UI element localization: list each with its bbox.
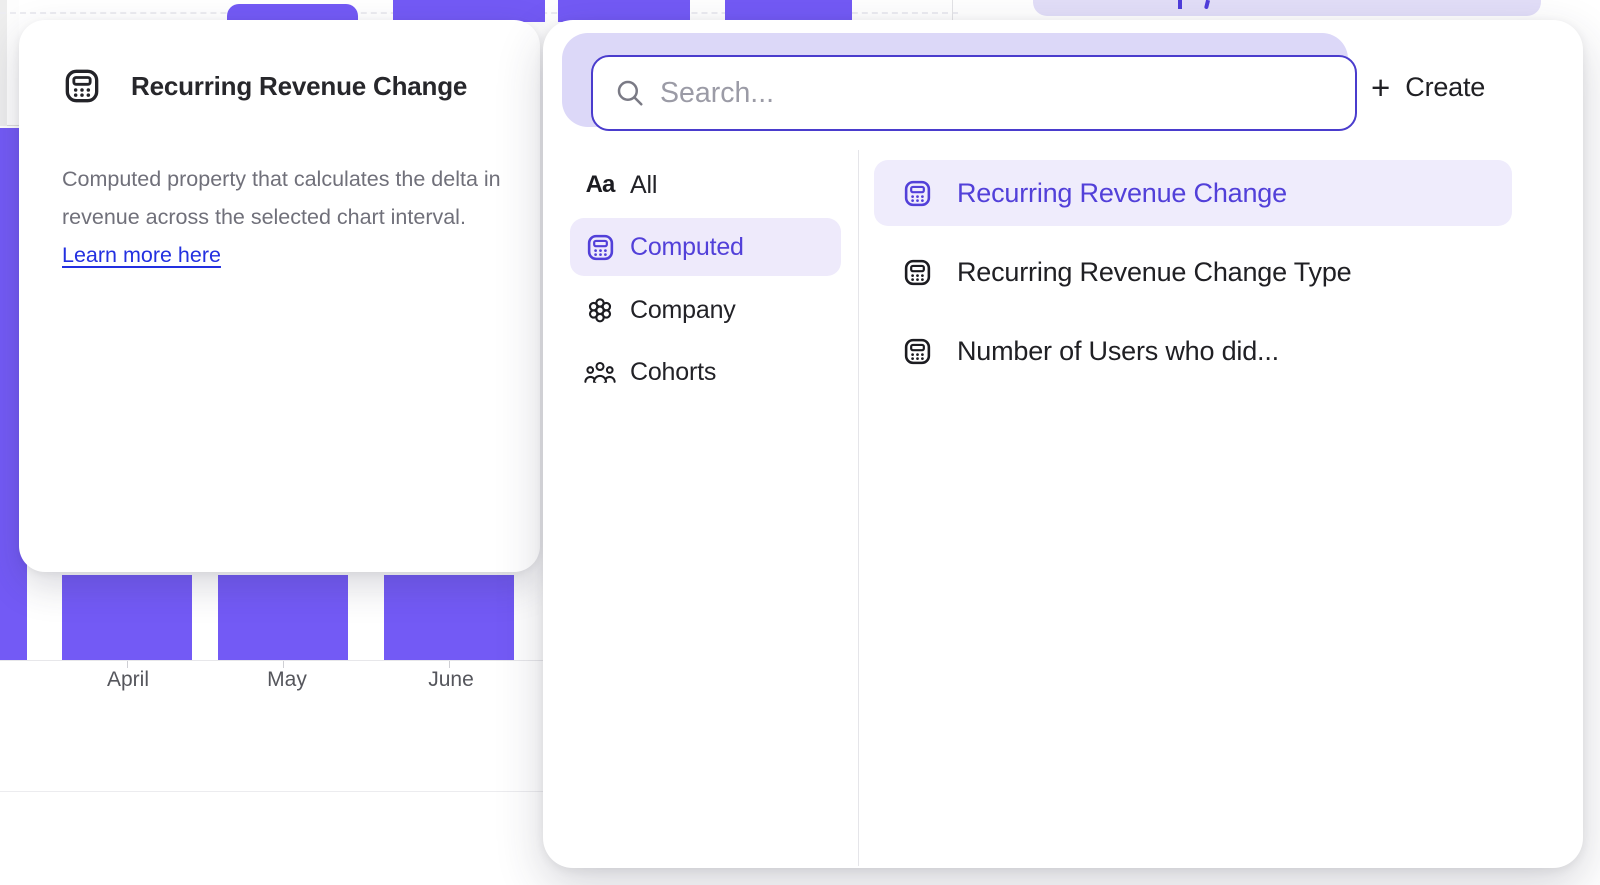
- property-tooltip-card: Recurring Revenue Change Computed proper…: [19, 20, 540, 572]
- result-label: Recurring Revenue Change: [957, 178, 1287, 209]
- people-icon: [583, 360, 617, 385]
- filter-item-all[interactable]: Aa All: [570, 156, 841, 214]
- chart-bar-may: [218, 575, 348, 660]
- tooltip-description-text: Computed property that calculates the de…: [62, 167, 501, 229]
- chart-x-axis: [0, 660, 545, 661]
- calculator-icon: [902, 336, 933, 367]
- filter-label: Computed: [630, 233, 744, 262]
- create-button[interactable]: + Create: [1371, 60, 1485, 114]
- learn-more-link[interactable]: Learn more here: [62, 243, 221, 267]
- background-panel-edge: [0, 0, 7, 126]
- chart-bar: [558, 0, 690, 22]
- cutoff-text-fragment: [1178, 0, 1182, 9]
- result-item-number-of-users-who-did[interactable]: Number of Users who did...: [874, 318, 1512, 384]
- chart-bar-june: [384, 575, 514, 660]
- filter-label: All: [630, 171, 657, 200]
- background-section-divider: [0, 791, 545, 792]
- calculator-icon: [902, 257, 933, 288]
- axis-tick: [449, 661, 450, 668]
- plus-icon: +: [1371, 71, 1390, 104]
- cutoff-text-fragment: [1204, 0, 1210, 9]
- result-item-recurring-revenue-change-type[interactable]: Recurring Revenue Change Type: [874, 239, 1512, 305]
- search-focus-ring: [562, 33, 1348, 127]
- search-icon: [615, 78, 645, 108]
- property-search-modal: + Create Aa All Computed Company: [543, 20, 1583, 868]
- tooltip-title: Recurring Revenue Change: [131, 71, 467, 102]
- search-field[interactable]: [591, 55, 1357, 131]
- filter-label: Company: [630, 296, 736, 325]
- filter-item-cohorts[interactable]: Cohorts: [570, 343, 841, 401]
- x-axis-label-may: May: [267, 668, 307, 692]
- highlighted-chip-partial: [1033, 0, 1541, 16]
- x-axis-label-june: June: [428, 668, 474, 692]
- search-input[interactable]: [660, 77, 1335, 110]
- calculator-icon: [62, 66, 102, 106]
- calculator-icon: [583, 232, 617, 263]
- background-divider: [952, 0, 953, 22]
- modal-divider: [858, 150, 859, 866]
- x-axis-label-april: April: [107, 668, 149, 692]
- result-label: Number of Users who did...: [957, 336, 1279, 367]
- tooltip-header: Recurring Revenue Change: [62, 66, 467, 106]
- chart-bar: [725, 0, 852, 22]
- filter-item-computed[interactable]: Computed: [570, 218, 841, 276]
- axis-tick: [127, 661, 128, 668]
- result-item-recurring-revenue-change[interactable]: Recurring Revenue Change: [874, 160, 1512, 226]
- axis-tick: [283, 661, 284, 668]
- text-aa-icon: Aa: [583, 171, 617, 199]
- chart-bar-april: [62, 575, 192, 660]
- tooltip-description: Computed property that calculates the de…: [62, 160, 514, 274]
- create-button-label: Create: [1405, 72, 1485, 103]
- result-label: Recurring Revenue Change Type: [957, 257, 1351, 288]
- screen: April May June Recurring Revenue Change …: [0, 0, 1600, 885]
- chart-bar: [393, 0, 545, 22]
- cluster-icon: [583, 294, 617, 326]
- filter-item-company[interactable]: Company: [570, 281, 841, 339]
- calculator-icon: [902, 178, 933, 209]
- filter-label: Cohorts: [630, 358, 716, 387]
